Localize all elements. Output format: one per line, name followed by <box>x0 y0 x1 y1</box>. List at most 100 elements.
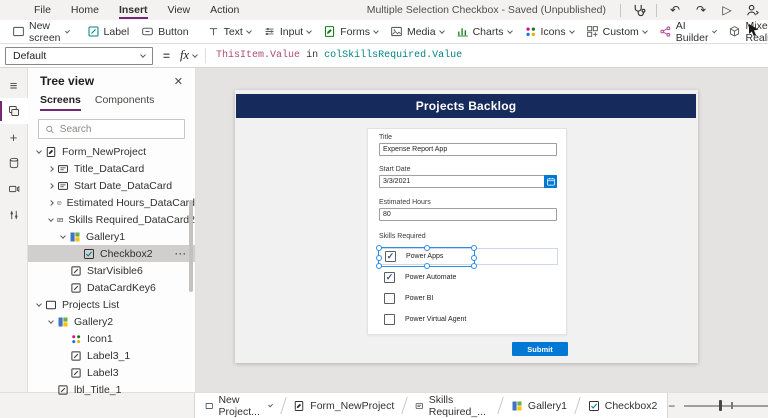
ribbon-label: New screen <box>29 20 62 44</box>
tree-item-skillsrequired-datacard2[interactable]: Skills Required_DataCard2 <box>28 211 195 228</box>
tree-item-projects-list[interactable]: Projects List <box>28 296 195 313</box>
forms-menu[interactable]: Forms <box>317 20 384 43</box>
checkbox-power-apps[interactable]: ✓ <box>385 251 396 262</box>
label-icon <box>87 25 100 38</box>
rail-data-button[interactable] <box>0 150 28 176</box>
checkbox-power-automate[interactable]: ✓ <box>384 272 395 283</box>
more-options-icon[interactable]: ··· <box>175 249 187 259</box>
checkbox-row-power-bi[interactable]: ✓ Power BI <box>378 290 558 307</box>
checkbox-power-virtual-agent[interactable]: ✓ <box>384 314 395 325</box>
icons-menu[interactable]: Icons <box>518 20 580 43</box>
fx-selector[interactable]: fx <box>180 48 206 63</box>
menu-action[interactable]: Action <box>210 2 239 19</box>
new-screen-button[interactable]: New screen <box>6 20 75 43</box>
tree-item-icon1[interactable]: Icon1 <box>28 330 195 347</box>
breadcrumb-screen[interactable]: New Project... <box>195 393 283 418</box>
tree-item-label3-1[interactable]: Label3_1 <box>28 347 195 364</box>
edit-form[interactable]: Title Start Date Estimated Hours Skills … <box>367 128 567 335</box>
breadcrumb-gallery1[interactable]: Gallery1 <box>501 393 577 418</box>
chevron-down-icon <box>140 52 146 58</box>
zoom-slider-thumb[interactable] <box>719 400 722 411</box>
preview-play-icon[interactable]: ▷ <box>719 3 735 17</box>
title-input[interactable] <box>379 143 557 156</box>
startdate-input[interactable] <box>379 175 557 188</box>
app-checker-icon[interactable] <box>631 3 646 18</box>
zoom-slider[interactable] <box>684 405 768 407</box>
formula-token: colSkillsRequired.Value <box>324 50 462 61</box>
checkbox-row-power-apps[interactable]: ✓ Power Apps <box>378 248 558 265</box>
menu-view[interactable]: View <box>168 2 191 19</box>
breadcrumb-skills-required[interactable]: Skills Required_... <box>405 393 500 418</box>
breadcrumb-label: Form_NewProject <box>310 400 394 412</box>
search-input[interactable] <box>60 124 178 135</box>
label-button[interactable]: Label <box>81 20 136 43</box>
breadcrumb-form-newproject[interactable]: Form_NewProject <box>283 393 404 418</box>
tree-item-label: StarVisible6 <box>87 265 143 277</box>
tree-item-lbl-title-1[interactable]: lbl_Title_1 <box>28 381 195 398</box>
charts-menu[interactable]: Charts <box>450 20 518 43</box>
tab-components[interactable]: Components <box>95 94 155 109</box>
tree-item-title-datacard[interactable]: Title_DataCard <box>28 160 195 177</box>
collapse-menu-button[interactable]: ≡ <box>0 72 28 98</box>
mixed-reality-menu[interactable]: Mixed Reality <box>722 20 768 43</box>
tree-view-panel: Tree view ✕ Screens Components Form_NewP… <box>28 68 196 392</box>
tree-scrollbar[interactable] <box>189 200 193 292</box>
ribbon-label: Custom <box>603 26 639 38</box>
checkbox-icon <box>83 248 95 260</box>
close-icon[interactable]: ✕ <box>174 75 183 88</box>
tab-screens[interactable]: Screens <box>40 94 81 111</box>
ribbon-label: Button <box>158 26 188 38</box>
menu-file[interactable]: File <box>34 2 51 19</box>
estimatedhours-input[interactable] <box>379 208 557 221</box>
rail-tree-view-button[interactable] <box>0 98 28 124</box>
redo-icon[interactable]: ↷ <box>693 3 709 17</box>
menu-insert[interactable]: Insert <box>119 2 148 19</box>
tree-item-label: lbl_Title_1 <box>74 384 121 396</box>
app-screen-preview[interactable]: Projects Backlog Title Start Date Estima… <box>235 90 698 363</box>
formula-input[interactable]: ThisItem.Value in colSkillsRequired.Valu… <box>216 50 462 61</box>
chevron-down-icon <box>642 28 648 34</box>
checkbox-row-power-automate[interactable]: ✓ Power Automate <box>378 269 558 286</box>
input-menu[interactable]: Input <box>257 20 317 43</box>
tree-item-label: Form_NewProject <box>62 146 146 158</box>
tree-item-estimatedhours-datacard[interactable]: Estimated Hours_DataCard <box>28 194 195 211</box>
tree-search-box[interactable] <box>38 119 185 139</box>
resize-handle[interactable] <box>471 255 477 261</box>
rail-advanced-tools-button[interactable] <box>0 202 28 228</box>
rail-media-button[interactable] <box>0 176 28 202</box>
tree-item-form-newproject[interactable]: Form_NewProject <box>28 143 195 160</box>
checkbox-power-bi[interactable]: ✓ <box>384 293 395 304</box>
zoom-out-button[interactable]: − <box>668 399 675 413</box>
menu-home[interactable]: Home <box>71 2 99 19</box>
media-menu[interactable]: Media <box>384 20 450 43</box>
screen-header[interactable]: Projects Backlog <box>236 94 696 118</box>
tree-item-label3[interactable]: Label3 <box>28 364 195 381</box>
left-rail: ≡ + <box>0 68 28 392</box>
resize-handle[interactable] <box>471 245 477 251</box>
resize-handle[interactable] <box>424 245 430 251</box>
tree-view-icon <box>8 105 20 117</box>
custom-menu[interactable]: Custom <box>580 20 653 43</box>
text-menu[interactable]: Text <box>201 20 257 43</box>
tree-item-label: Gallery2 <box>74 316 113 328</box>
chevron-down-icon <box>373 28 379 34</box>
tree-item-checkbox2[interactable]: Checkbox2 ··· <box>28 245 195 262</box>
button-button[interactable]: Button <box>135 20 194 43</box>
property-selector[interactable]: Default <box>5 47 153 65</box>
undo-icon[interactable]: ↶ <box>667 3 683 17</box>
checkbox-row-power-virtual-agent[interactable]: ✓ Power Virtual Agent <box>378 311 558 328</box>
share-user-icon[interactable] <box>745 3 760 18</box>
tree-item-datacardkey6[interactable]: DataCardKey6 <box>28 279 195 296</box>
resize-handle[interactable] <box>376 255 382 261</box>
breadcrumb-checkbox2[interactable]: Checkbox2 <box>578 393 668 418</box>
tree-item-gallery2[interactable]: Gallery2 <box>28 313 195 330</box>
tree-item-gallery1[interactable]: Gallery1 <box>28 228 195 245</box>
tree-item-starvisible6[interactable]: StarVisible6 <box>28 262 195 279</box>
datepicker-button[interactable] <box>544 175 557 188</box>
tree-item-startdate-datacard[interactable]: Start Date_DataCard <box>28 177 195 194</box>
custom-icon <box>586 25 599 38</box>
submit-button[interactable]: Submit <box>512 342 568 356</box>
ai-builder-menu[interactable]: AI Builder <box>653 20 723 43</box>
rail-insert-button[interactable]: + <box>0 124 28 150</box>
resize-handle[interactable] <box>376 245 382 251</box>
